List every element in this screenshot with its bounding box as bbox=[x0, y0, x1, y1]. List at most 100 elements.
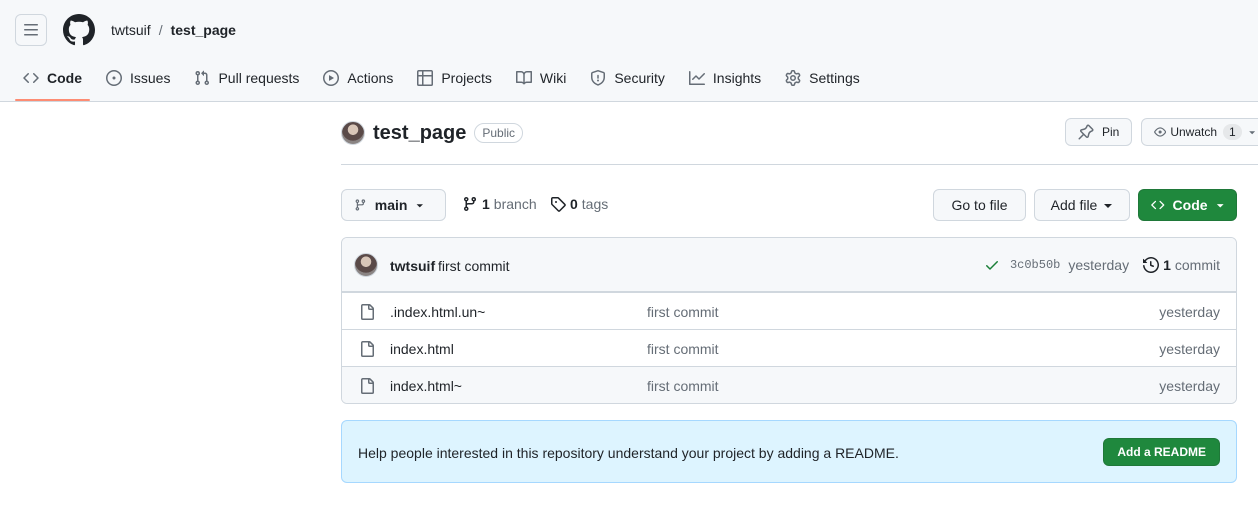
branch-count: 1 bbox=[482, 196, 490, 212]
eye-icon bbox=[1154, 127, 1167, 137]
tab-projects[interactable]: Projects bbox=[409, 64, 500, 92]
file-row[interactable]: index.html~ first commit yesterday bbox=[342, 366, 1236, 403]
file-commit-message-link[interactable]: first commit bbox=[647, 378, 719, 394]
commit-history-link[interactable]: 1 commit bbox=[1143, 257, 1220, 273]
commit-time: yesterday bbox=[1068, 257, 1130, 273]
unwatch-button[interactable]: Unwatch 1 bbox=[1141, 118, 1258, 146]
branches-link[interactable]: 1 branch bbox=[462, 196, 537, 212]
commit-meta: 3c0b50b yesterday 1 commit bbox=[984, 257, 1220, 273]
chevron-down-icon bbox=[1249, 131, 1255, 135]
caret-down-icon bbox=[1104, 204, 1113, 208]
file-row[interactable]: .index.html.un~ first commit yesterday bbox=[342, 292, 1236, 329]
go-to-file-button[interactable]: Go to file bbox=[933, 189, 1026, 221]
unwatch-label: Unwatch bbox=[1170, 125, 1217, 139]
branch-icon bbox=[463, 197, 476, 212]
code-label: Code bbox=[1172, 197, 1208, 213]
tags-link[interactable]: 0 tags bbox=[550, 196, 608, 212]
file-name-link[interactable]: .index.html.un~ bbox=[390, 304, 485, 320]
tag-count: 0 bbox=[570, 196, 578, 212]
code-dropdown-button[interactable]: Code bbox=[1138, 189, 1237, 221]
file-icon bbox=[361, 341, 374, 357]
tab-settings[interactable]: Settings bbox=[777, 64, 868, 92]
gear-icon bbox=[785, 70, 801, 86]
github-logo-icon[interactable] bbox=[63, 14, 95, 46]
tab-insights[interactable]: Insights bbox=[681, 64, 769, 92]
hamburger-icon bbox=[24, 24, 38, 36]
caret-down-icon bbox=[417, 204, 424, 208]
owner-avatar[interactable] bbox=[341, 121, 365, 145]
graph-icon bbox=[688, 71, 705, 85]
add-file-label: Add file bbox=[1050, 197, 1098, 213]
tab-pull-requests[interactable]: Pull requests bbox=[186, 64, 307, 92]
readme-banner: Help people interested in this repositor… bbox=[341, 420, 1237, 483]
latest-commit-bar: twtsuif first commit 3c0b50b yesterday 1… bbox=[342, 238, 1236, 292]
file-commit-message-link[interactable]: first commit bbox=[647, 341, 719, 357]
commit-author-link[interactable]: twtsuif bbox=[390, 258, 435, 274]
branch-select-button[interactable]: main bbox=[341, 189, 446, 221]
breadcrumb-owner-link[interactable]: twtsuif bbox=[111, 22, 151, 38]
history-icon bbox=[1143, 257, 1160, 273]
table-icon bbox=[417, 70, 434, 86]
tab-label: Security bbox=[614, 70, 665, 86]
tab-label: Settings bbox=[809, 70, 860, 86]
code-icon bbox=[1151, 200, 1165, 210]
repo-name-link[interactable]: test_page bbox=[373, 122, 466, 145]
repo-title: test_page Public bbox=[341, 121, 524, 145]
branch-label: branch bbox=[493, 196, 537, 212]
file-commit-message-link[interactable]: first commit bbox=[647, 304, 719, 320]
tab-label: Wiki bbox=[539, 70, 567, 86]
branch-icon bbox=[355, 199, 366, 211]
title-divider bbox=[341, 164, 1258, 165]
repo-nav-tabs: Code Issues Pull requests Actions Projec… bbox=[15, 64, 876, 101]
pull-request-icon bbox=[195, 70, 210, 86]
play-icon bbox=[323, 70, 340, 86]
pin-icon bbox=[1078, 124, 1094, 140]
tab-label: Insights bbox=[712, 70, 762, 86]
book-icon bbox=[515, 70, 532, 85]
watch-count: 1 bbox=[1223, 124, 1242, 140]
file-icon bbox=[361, 378, 374, 394]
file-list: twtsuif first commit 3c0b50b yesterday 1… bbox=[341, 237, 1237, 404]
breadcrumb: twtsuif / test_page bbox=[111, 21, 236, 39]
tab-wiki[interactable]: Wiki bbox=[508, 64, 574, 92]
tab-issues[interactable]: Issues bbox=[98, 64, 178, 92]
tab-label: Issues bbox=[130, 70, 171, 86]
issue-icon bbox=[106, 70, 122, 86]
file-row[interactable]: index.html first commit yesterday bbox=[342, 329, 1236, 366]
pin-label: Pin bbox=[1102, 125, 1120, 139]
add-file-button[interactable]: Add file bbox=[1034, 189, 1130, 221]
tab-security[interactable]: Security bbox=[582, 64, 673, 92]
repo-header: twtsuif / test_page Code Issues Pull req… bbox=[0, 0, 1258, 102]
tag-icon bbox=[551, 197, 566, 212]
tab-label: Projects bbox=[441, 70, 492, 86]
breadcrumb-separator: / bbox=[158, 22, 163, 38]
file-commit-time: yesterday bbox=[1159, 304, 1220, 320]
code-icon bbox=[23, 73, 39, 83]
tab-label: Code bbox=[47, 70, 82, 86]
file-icon bbox=[361, 304, 374, 320]
commit-label: commit bbox=[1174, 257, 1220, 273]
caret-down-icon bbox=[1216, 204, 1224, 208]
pin-button[interactable]: Pin bbox=[1065, 118, 1133, 146]
menu-button[interactable] bbox=[15, 14, 47, 46]
readme-banner-text: Help people interested in this repositor… bbox=[358, 445, 899, 461]
commit-message-link[interactable]: first commit bbox=[438, 258, 510, 274]
file-commit-time: yesterday bbox=[1159, 341, 1220, 357]
tab-code[interactable]: Code bbox=[15, 64, 90, 101]
file-name-link[interactable]: index.html~ bbox=[390, 378, 462, 394]
add-readme-button[interactable]: Add a README bbox=[1103, 438, 1220, 466]
author-avatar[interactable] bbox=[354, 253, 378, 277]
breadcrumb-repo-link[interactable]: test_page bbox=[171, 22, 236, 38]
tab-label: Pull requests bbox=[218, 70, 300, 86]
check-icon[interactable] bbox=[984, 257, 1000, 273]
file-name-link[interactable]: index.html bbox=[390, 341, 454, 357]
visibility-badge: Public bbox=[474, 123, 524, 143]
tab-label: Actions bbox=[347, 70, 394, 86]
tab-actions[interactable]: Actions bbox=[315, 64, 401, 92]
file-commit-time: yesterday bbox=[1159, 378, 1220, 394]
current-branch: main bbox=[374, 197, 408, 213]
shield-icon bbox=[591, 70, 606, 86]
tag-label: tags bbox=[581, 196, 609, 212]
commit-count: 1 bbox=[1163, 257, 1171, 273]
commit-sha-link[interactable]: 3c0b50b bbox=[1010, 258, 1060, 272]
